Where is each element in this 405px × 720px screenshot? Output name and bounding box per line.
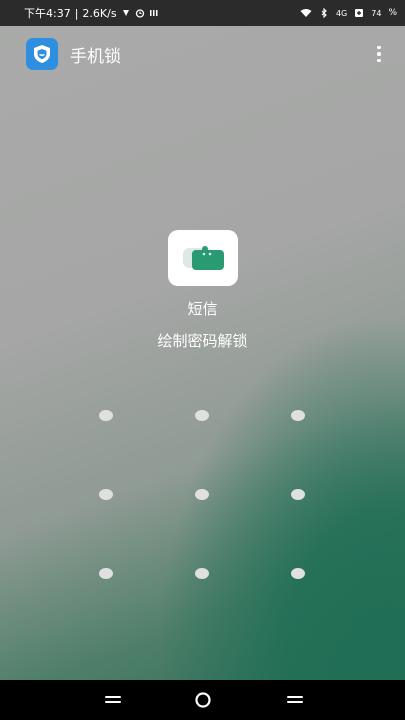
pattern-dot-7[interactable] [99,568,113,579]
pattern-lock-grid[interactable] [0,0,405,720]
pattern-dot-6[interactable] [291,489,305,500]
back-icon[interactable] [280,688,310,712]
pattern-dot-2[interactable] [195,410,209,421]
menu-icon[interactable] [98,688,128,712]
navigation-bar [0,680,405,720]
pattern-dot-9[interactable] [291,568,305,579]
pattern-dot-5[interactable] [195,489,209,500]
home-icon[interactable] [188,688,218,712]
pattern-dot-1[interactable] [99,410,113,421]
pattern-dot-3[interactable] [291,410,305,421]
pattern-dot-8[interactable] [195,568,209,579]
pattern-dot-4[interactable] [99,489,113,500]
